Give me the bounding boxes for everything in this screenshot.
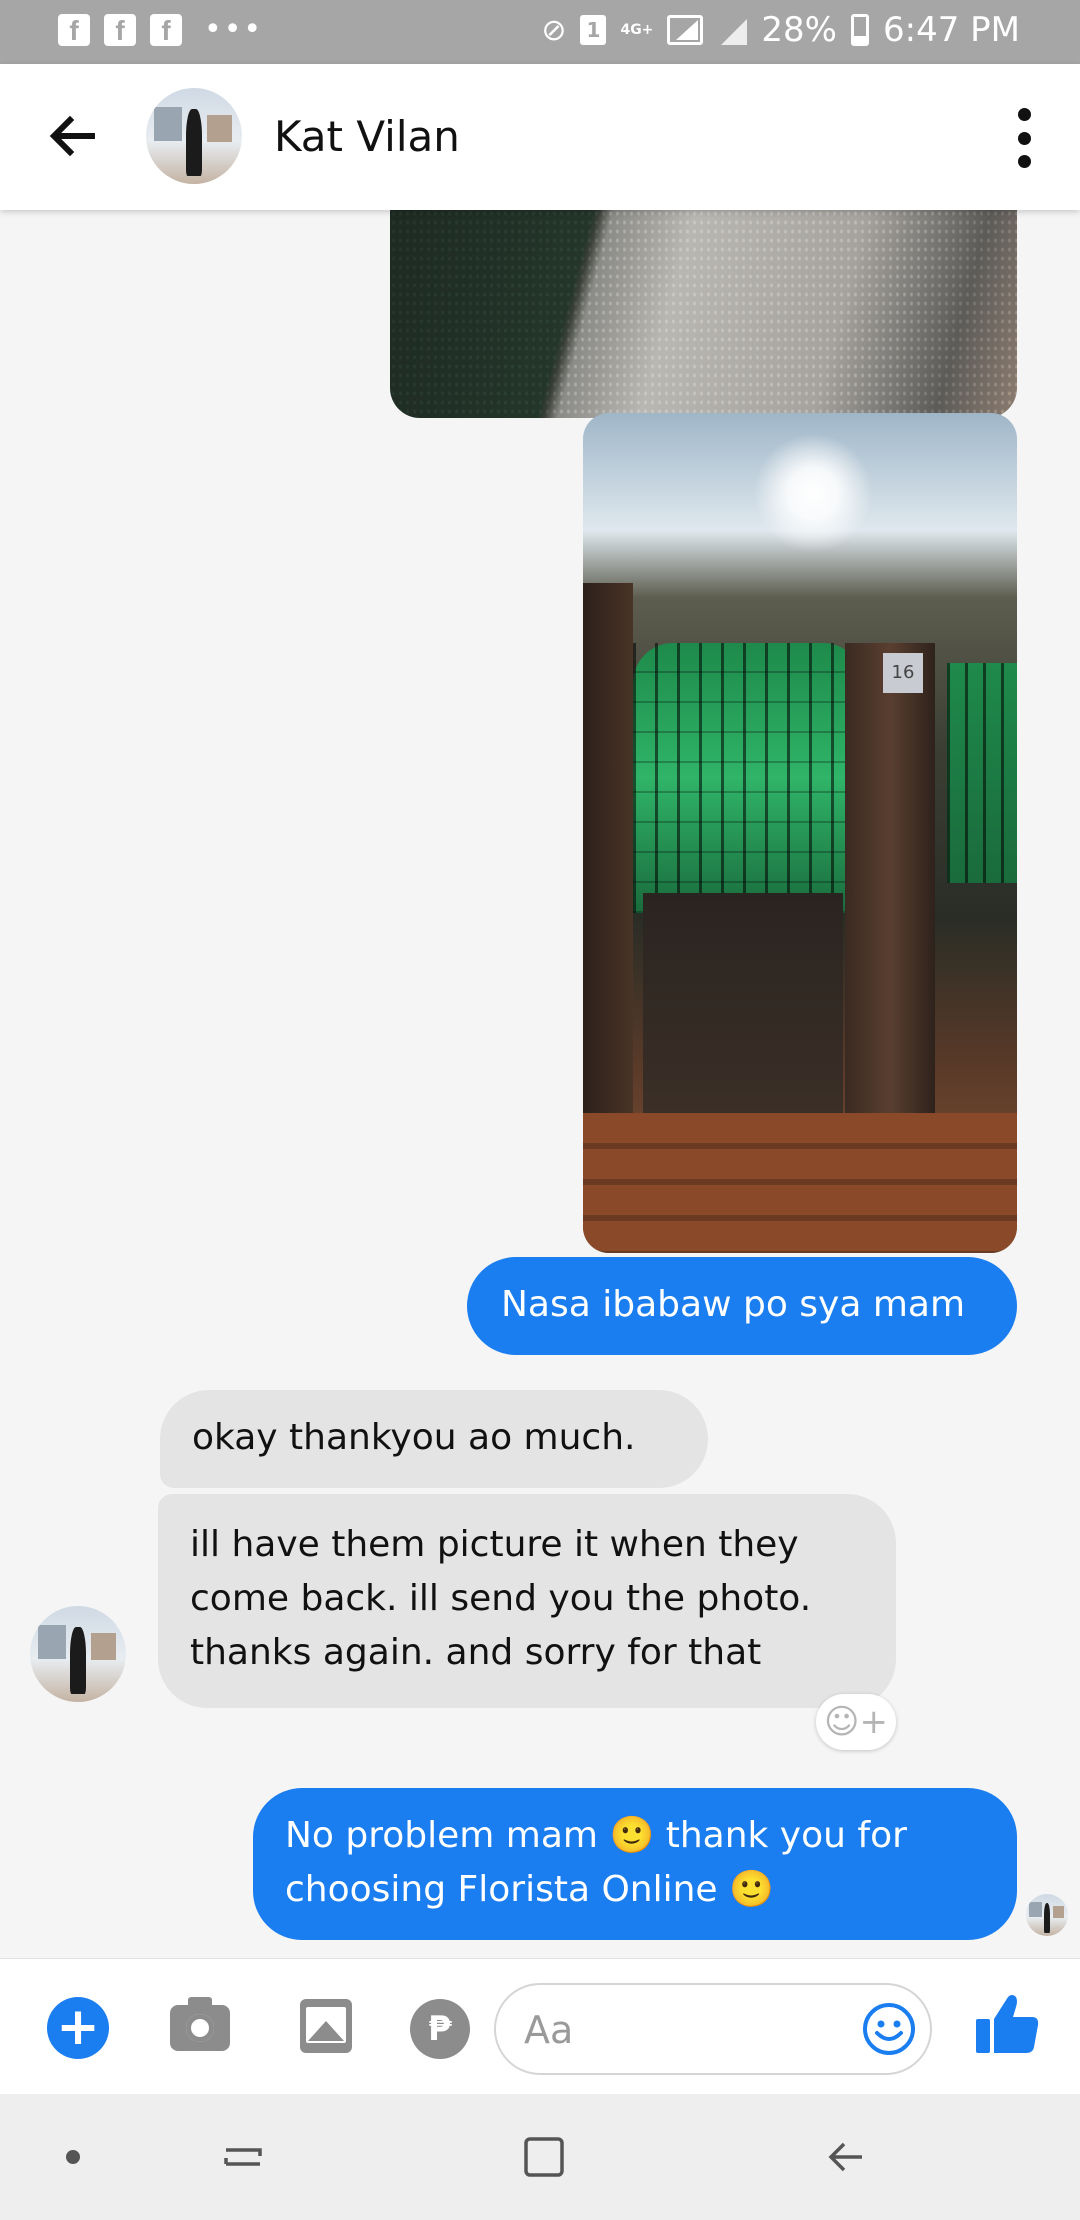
incoming-message[interactable]: ill have them picture it when they come … xyxy=(158,1494,896,1708)
outgoing-message[interactable]: No problem mam 🙂 thank you for choosing … xyxy=(253,1788,1017,1940)
message-line: ill have them picture it when they xyxy=(190,1524,799,1565)
status-bar: f f f ••• ⊘ 1 4G+ 28% 6:47 PM xyxy=(0,0,1080,64)
avatar-image xyxy=(1026,1894,1068,1936)
thumbs-up-icon[interactable] xyxy=(972,1989,1042,2059)
contact-avatar[interactable] xyxy=(146,88,242,184)
message-line: thanks again. and sorry for that xyxy=(190,1632,762,1673)
peso-icon[interactable]: ₱ xyxy=(410,1999,470,2059)
nav-back-icon[interactable] xyxy=(822,2132,872,2182)
camera-icon[interactable] xyxy=(170,1997,230,2051)
network-type: 4G+ xyxy=(620,22,654,38)
sent-photo-stone[interactable] xyxy=(390,210,1017,418)
sender-avatar[interactable] xyxy=(30,1606,126,1702)
more-notifications-icon: ••• xyxy=(204,12,264,47)
message-input-box[interactable] xyxy=(494,1983,932,2075)
more-vertical-icon[interactable] xyxy=(1016,108,1032,168)
message-line: choosing Florista Online 🙂 xyxy=(285,1869,774,1910)
house-number-plate: 16 xyxy=(883,653,923,693)
avatar-image xyxy=(30,1606,126,1702)
facebook-notification-icon: f xyxy=(104,14,136,46)
clock: 6:47 PM xyxy=(883,10,1020,50)
plus-icon[interactable]: + xyxy=(47,1997,109,2059)
facebook-notification-icon: f xyxy=(58,14,90,46)
smiley-icon[interactable] xyxy=(861,2001,917,2057)
add-reaction-button[interactable]: ☺+ xyxy=(816,1694,896,1750)
system-navigation-bar xyxy=(0,2094,1080,2220)
contact-name[interactable]: Kat Vilan xyxy=(274,112,460,161)
incoming-message[interactable]: okay thankyou ao much. xyxy=(160,1390,708,1488)
avatar-image xyxy=(146,88,242,184)
message-thread[interactable]: 16 Nasa ibabaw po sya mam okay thankyou … xyxy=(0,210,1080,1958)
notification-icons: f f f ••• xyxy=(58,14,263,46)
sent-photo-gate[interactable]: 16 xyxy=(583,413,1017,1253)
battery-icon xyxy=(851,14,869,46)
outgoing-message[interactable]: Nasa ibabaw po sya mam xyxy=(467,1257,1017,1355)
gallery-icon[interactable] xyxy=(300,1999,352,2053)
back-arrow-icon[interactable] xyxy=(46,110,98,162)
nav-dot-icon[interactable] xyxy=(66,2150,80,2164)
signal-icon xyxy=(717,15,748,45)
home-icon[interactable] xyxy=(521,2134,567,2180)
system-status: ⊘ 1 4G+ 28% 6:47 PM xyxy=(541,10,1020,50)
signal-icon xyxy=(667,15,704,45)
conversation-header: Kat Vilan xyxy=(0,64,1080,210)
facebook-notification-icon: f xyxy=(150,14,182,46)
battery-percent: 28% xyxy=(761,10,837,50)
sim-indicator: 1 xyxy=(580,15,607,45)
seen-indicator-avatar xyxy=(1026,1894,1068,1936)
message-line: come back. ill send you the photo. xyxy=(190,1578,812,1619)
recent-apps-icon[interactable] xyxy=(220,2134,266,2180)
mute-icon: ⊘ xyxy=(541,12,567,48)
message-input[interactable] xyxy=(524,2003,824,2057)
message-composer: + ₱ xyxy=(0,1958,1080,2094)
message-line: No problem mam 🙂 thank you for xyxy=(285,1815,907,1856)
